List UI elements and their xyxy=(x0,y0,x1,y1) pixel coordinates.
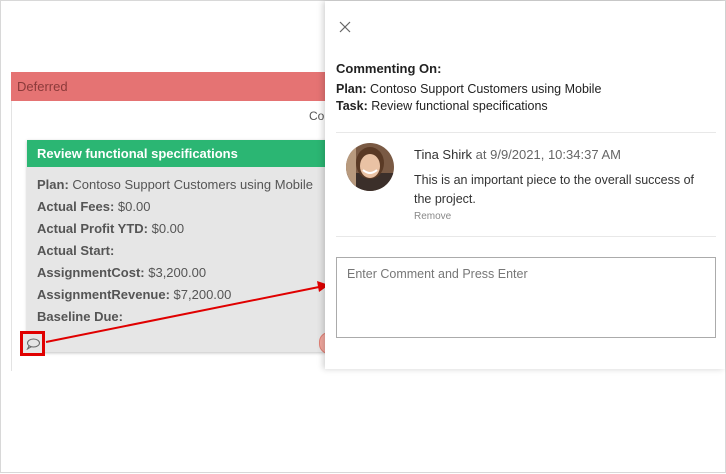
comment-timestamp: at 9/9/2021, 10:34:37 AM xyxy=(472,147,621,162)
comments-panel: Commenting On: Plan: Contoso Support Cus… xyxy=(325,1,725,369)
window-frame: Deferred Co Review functional specificat… xyxy=(0,0,726,473)
task-label: Task: xyxy=(336,99,368,113)
plan-label: Plan: xyxy=(336,82,367,96)
context-task: Task: Review functional specifications xyxy=(336,99,548,113)
plan-value: Contoso Support Customers using Mobile xyxy=(366,82,602,96)
context-plan: Plan: Contoso Support Customers using Mo… xyxy=(336,82,601,96)
remove-comment-link[interactable]: Remove xyxy=(414,211,451,222)
close-icon[interactable] xyxy=(337,19,353,35)
divider xyxy=(336,236,716,237)
comment-author-line: Tina Shirk at 9/9/2021, 10:34:37 AM xyxy=(414,147,621,162)
task-value: Review functional specifications xyxy=(367,99,548,113)
commenter-avatar xyxy=(346,143,394,191)
divider xyxy=(336,132,716,133)
commenting-on-heading: Commenting On: xyxy=(336,61,442,76)
comment-input[interactable] xyxy=(336,257,716,338)
comment-author: Tina Shirk xyxy=(414,147,473,162)
comment-text: This is an important piece to the overal… xyxy=(414,173,694,206)
